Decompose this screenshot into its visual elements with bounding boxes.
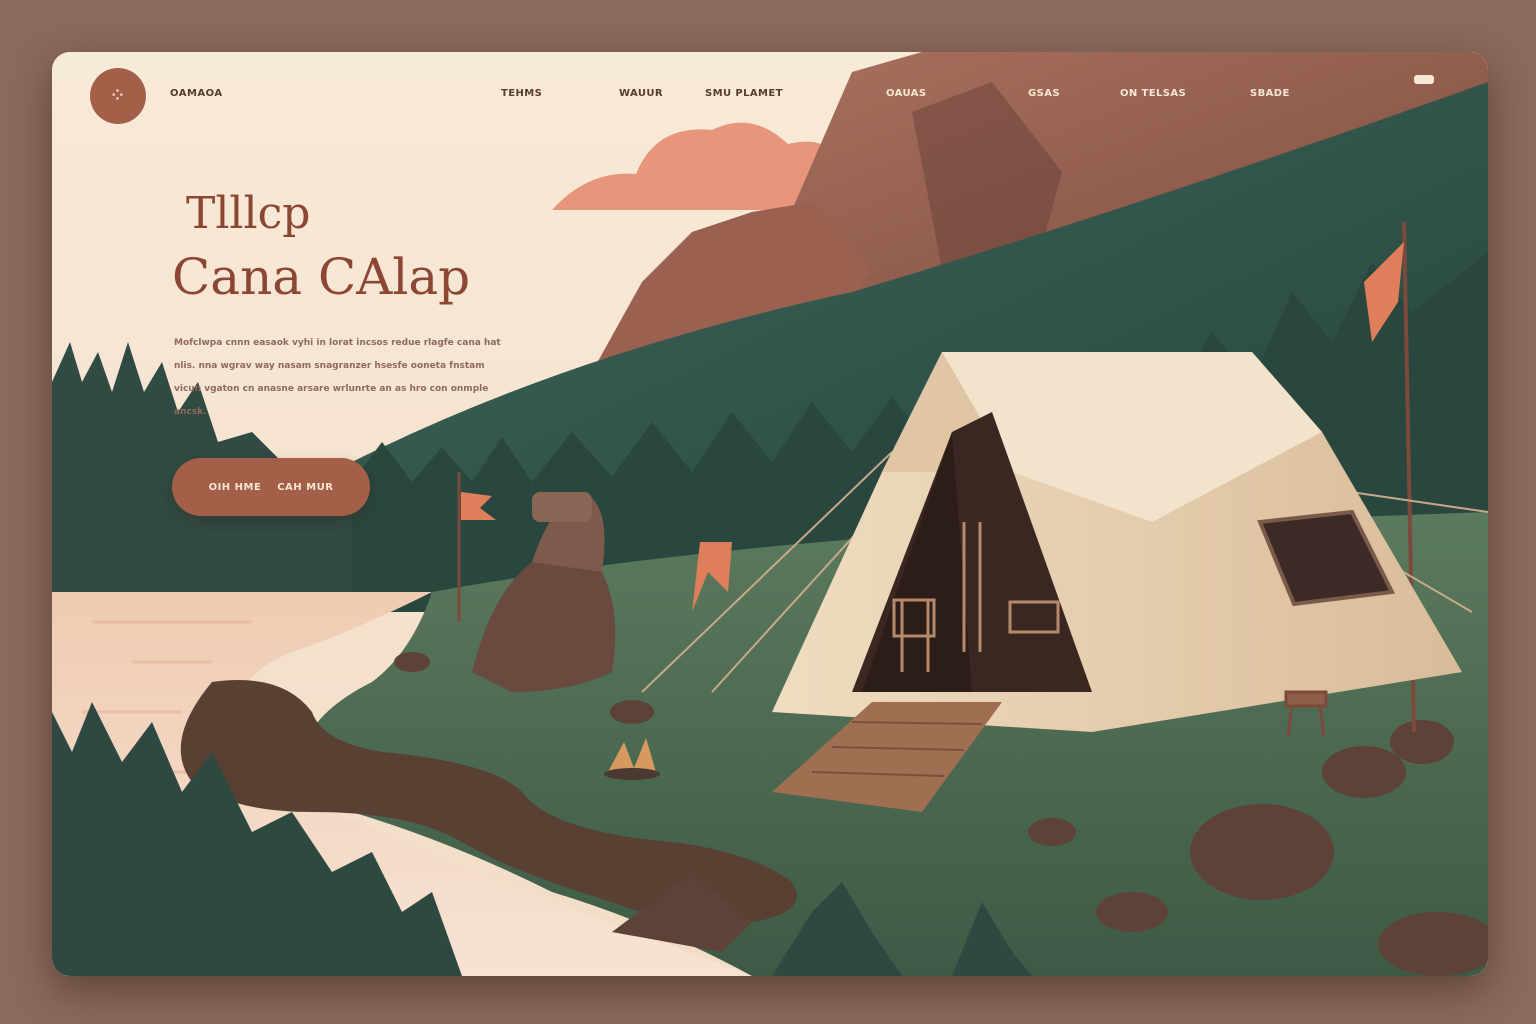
nav-item-5[interactable]: GSAS bbox=[1028, 88, 1060, 99]
nav-item-2[interactable]: WAUUR bbox=[619, 88, 663, 99]
logo-mark-icon: ⁘ bbox=[111, 88, 125, 104]
logo-button[interactable]: ⁘ bbox=[90, 68, 146, 124]
cta-button-label: OIH HME CAH MUR bbox=[208, 481, 334, 493]
nav-item-3[interactable]: SMU PLAMET bbox=[705, 88, 783, 99]
top-navigation: ⁘ OAMAOA TEHMS WAUUR SMU PLAMET OAUAS GS… bbox=[52, 52, 1488, 142]
nav-item-1[interactable]: TEHMS bbox=[501, 88, 542, 99]
hero-title: Tlllcp Cana CAlap bbox=[172, 188, 471, 306]
hero-title-line-2: Cana CAlap bbox=[172, 248, 471, 306]
nav-item-4[interactable]: OAUAS bbox=[886, 88, 926, 99]
brand-name: OAMAOA bbox=[170, 88, 223, 99]
nav-item-6[interactable]: ON TELSAS bbox=[1120, 88, 1186, 99]
landing-page-card: ⁘ OAMAOA TEHMS WAUUR SMU PLAMET OAUAS GS… bbox=[52, 52, 1488, 976]
nav-item-7[interactable]: SBADE bbox=[1250, 88, 1290, 99]
cta-button[interactable]: OIH HME CAH MUR bbox=[172, 458, 370, 516]
hero-description: Mofclwpa cnnn easaok vyhi in lorat incso… bbox=[174, 338, 501, 417]
hero-title-line-1: Tlllcp bbox=[186, 188, 311, 239]
menu-icon[interactable] bbox=[1414, 75, 1434, 84]
